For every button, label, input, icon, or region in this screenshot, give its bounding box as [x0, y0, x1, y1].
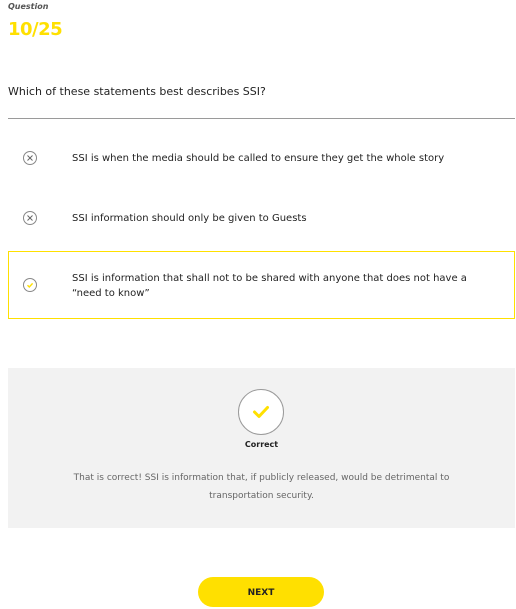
check-circle-icon — [23, 278, 37, 292]
question-counter: 10/25 — [8, 19, 63, 40]
x-circle-icon — [23, 211, 37, 225]
check-icon — [238, 389, 284, 435]
question-text: Which of these statements best describes… — [8, 85, 266, 98]
answer-option-text: SSI is information that shall not to be … — [72, 273, 467, 299]
answer-option-text: SSI information should only be given to … — [72, 213, 307, 224]
answer-option-3[interactable]: SSI is information that shall not to be … — [8, 251, 515, 319]
x-circle-icon — [23, 151, 37, 165]
question-label: Question — [8, 2, 49, 11]
question-divider — [8, 118, 515, 119]
answer-option-text: SSI is when the media should be called t… — [72, 153, 445, 164]
next-button[interactable]: NEXT — [198, 577, 324, 607]
quiz-page: Question 10/25 Which of these statements… — [0, 0, 516, 609]
answer-option-1[interactable]: SSI is when the media should be called t… — [8, 138, 515, 178]
feedback-panel: Correct That is correct! SSI is informat… — [8, 368, 515, 528]
feedback-title: Correct — [244, 440, 279, 449]
answer-option-2[interactable]: SSI information should only be given to … — [8, 198, 515, 238]
feedback-message: That is correct! SSI is information that… — [73, 473, 450, 501]
